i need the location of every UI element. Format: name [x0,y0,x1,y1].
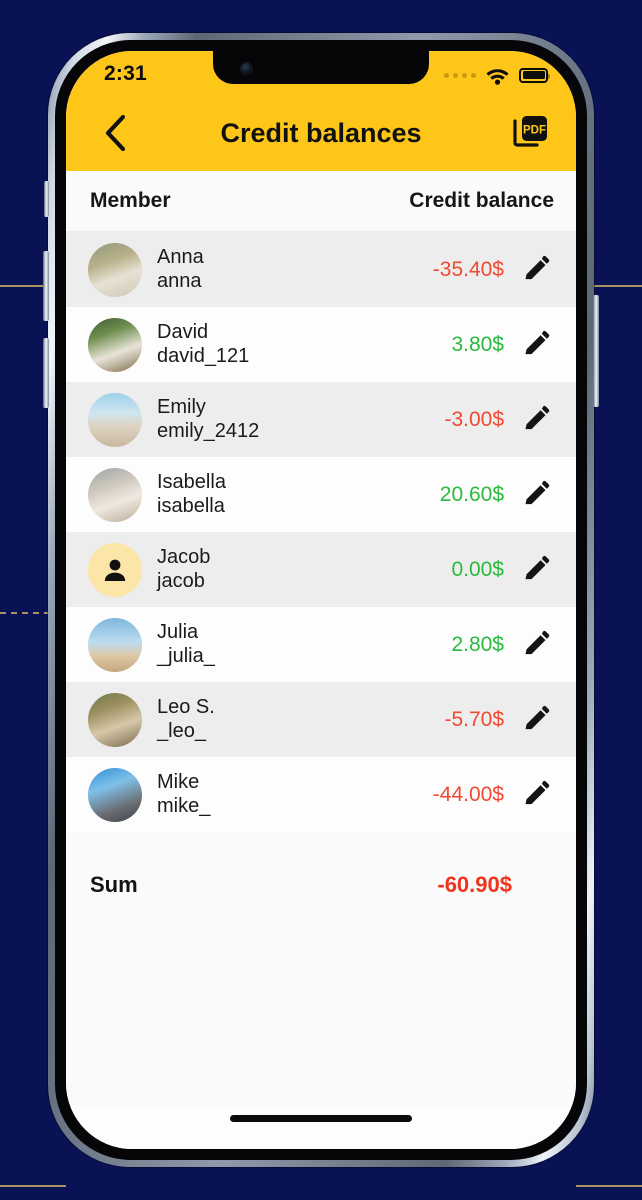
edit-balance-button[interactable] [518,777,554,813]
avatar [88,767,142,822]
edit-balance-button[interactable] [518,552,554,588]
credit-balance-value: -35.40$ [432,257,504,281]
content-filler [66,898,576,1107]
member-names: Anna anna [157,246,433,293]
front-camera-icon [241,63,252,74]
home-indicator-area [66,1107,576,1149]
power-button[interactable] [593,295,599,407]
member-names: Isabella isabella [157,471,440,518]
table-row[interactable]: Emily emily_2412 -3.00$ [66,382,576,457]
table-row[interactable]: Jacob jacob 0.00$ [66,532,576,607]
member-handle: emily_2412 [157,419,260,442]
wifi-icon [485,66,510,85]
avatar [88,317,142,372]
member-handle: isabella [157,494,225,517]
edit-balance-button[interactable] [518,327,554,363]
summary-label: Sum [90,872,138,897]
credit-balance-value: -44.00$ [432,782,504,806]
phone-device-frame: 2:31 Credit balances PDF Member Credit b… [43,33,599,1167]
avatar [88,692,142,747]
battery-full-icon [519,67,550,83]
home-indicator-bar[interactable] [230,1115,412,1122]
member-display-name: David [157,320,209,343]
member-handle: mike_ [157,794,211,817]
credit-balance-value: 0.00$ [451,557,504,581]
volume-up-button[interactable] [43,251,49,321]
edit-balance-button[interactable] [518,402,554,438]
silence-switch-button[interactable] [44,181,49,217]
display-notch [213,51,429,84]
avatar [88,467,142,522]
pdf-export-icon: PDF [513,116,547,147]
pencil-icon [525,480,550,504]
person-placeholder-icon [88,542,142,597]
svg-text:PDF: PDF [523,124,546,136]
pencil-icon [525,630,550,654]
credit-balance-value: 3.80$ [451,332,504,356]
table-row[interactable]: Anna anna -35.40$ [66,232,576,307]
credit-balance-value: -5.70$ [444,707,504,731]
edit-balance-button[interactable] [518,627,554,663]
volume-down-button[interactable] [43,338,49,408]
background-hairline-bottom-left [0,1185,66,1187]
avatar [88,617,142,672]
member-handle: anna [157,269,202,292]
member-handle: _julia_ [157,644,215,667]
summary-value: -60.90$ [437,872,512,897]
phone-bezel: 2:31 Credit balances PDF Member Credit b… [55,40,587,1160]
pencil-icon [525,705,550,729]
member-names: Jacob jacob [157,546,451,593]
member-display-name: Anna [157,245,204,268]
avatar [88,542,142,597]
member-names: Emily emily_2412 [157,396,444,443]
member-names: Mike mike_ [157,771,433,818]
signal-dots-icon [444,72,476,78]
column-header-balance: Credit balance [409,189,554,212]
table-row[interactable]: David david_121 3.80$ [66,307,576,382]
pencil-icon [525,555,550,579]
edit-balance-button[interactable] [518,252,554,288]
member-names: Leo S. _leo_ [157,696,444,743]
avatar [88,392,142,447]
page-title: Credit balances [220,117,422,148]
pencil-icon [525,255,550,279]
summary-row: Sum -60.90$ [66,832,576,898]
table-row[interactable]: Isabella isabella 20.60$ [66,457,576,532]
phone-screen: 2:31 Credit balances PDF Member Credit b… [66,51,576,1149]
member-names: Julia _julia_ [157,621,451,668]
member-display-name: Emily [157,395,206,418]
member-display-name: Isabella [157,470,226,493]
pencil-icon [525,405,550,429]
credit-balance-value: -3.00$ [444,407,504,431]
member-names: David david_121 [157,321,451,368]
pencil-icon [525,330,550,354]
credit-balance-value: 2.80$ [451,632,504,656]
credit-balance-value: 20.60$ [439,482,504,506]
table-header-row: Member Credit balance [66,171,576,232]
background-hairline-bottom-right [576,1185,642,1187]
table-row[interactable]: Leo S. _leo_ -5.70$ [66,682,576,757]
chevron-left-icon [105,115,126,151]
member-handle: jacob [157,569,205,592]
member-handle: _leo_ [157,719,206,742]
export-pdf-button[interactable]: PDF [510,112,552,154]
edit-balance-button[interactable] [518,477,554,513]
status-bar-time: 2:31 [104,62,147,85]
table-row[interactable]: Mike mike_ -44.00$ [66,757,576,832]
member-display-name: Leo S. [157,695,215,718]
member-display-name: Jacob [157,545,211,568]
edit-balance-button[interactable] [518,702,554,738]
app-header: Credit balances PDF [66,95,576,171]
member-display-name: Mike [157,770,200,793]
status-bar-indicators [444,66,550,85]
member-list: Anna anna -35.40$ David david_121 3.80$ Emily e… [66,232,576,832]
avatar [88,242,142,297]
column-header-member: Member [90,189,171,212]
member-handle: david_121 [157,344,250,367]
back-button[interactable] [92,110,138,156]
member-display-name: Julia [157,620,199,643]
table-row[interactable]: Julia _julia_ 2.80$ [66,607,576,682]
pencil-icon [525,780,550,804]
